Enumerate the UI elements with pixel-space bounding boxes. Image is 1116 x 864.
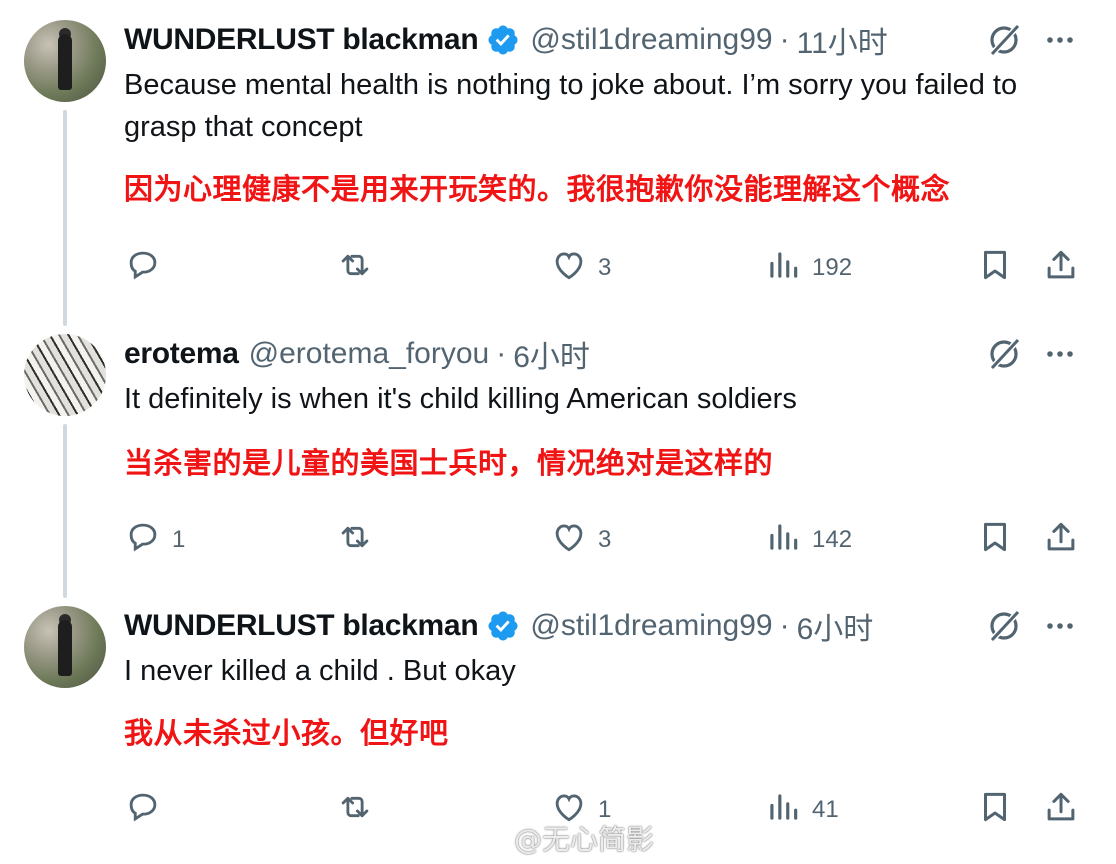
views-icon	[764, 788, 802, 833]
more-icon[interactable]	[1042, 22, 1078, 58]
user-handle[interactable]: @stil1dreaming99	[530, 23, 772, 57]
like-icon	[550, 246, 588, 291]
views-button[interactable]: 192	[764, 246, 852, 290]
grok-icon[interactable]	[986, 336, 1022, 372]
action-bar: 1 3 142	[124, 518, 1084, 562]
watermark-text: @无心简影	[514, 823, 655, 856]
tweet[interactable]: erotema @erotema_foryou · 6小时 It definit…	[0, 320, 1116, 600]
grok-icon[interactable]	[986, 22, 1022, 58]
tweet-text: I never killed a child . But okay	[124, 655, 516, 687]
tweet-text: Because mental health is nothing to joke…	[124, 69, 1018, 143]
bookmark-icon	[976, 788, 1014, 833]
bookmark-button[interactable]	[976, 518, 1014, 562]
bookmark-button[interactable]	[976, 788, 1014, 832]
views-count: 192	[812, 254, 853, 281]
avatar[interactable]	[24, 334, 106, 416]
views-icon	[764, 518, 802, 563]
reply-icon	[124, 518, 162, 563]
share-button[interactable]	[1042, 518, 1080, 562]
separator: ·	[779, 609, 790, 642]
translation-text: 因为心理健康不是用来开玩笑的。我很抱歉你没能理解这个概念	[124, 172, 951, 206]
action-bar: 3 192	[124, 246, 1084, 290]
separator: ·	[496, 337, 507, 370]
more-icon[interactable]	[1042, 608, 1078, 644]
views-button[interactable]: 142	[764, 518, 852, 562]
reply-button[interactable]: 1	[124, 518, 185, 562]
views-count: 41	[812, 796, 839, 823]
views-count: 142	[812, 526, 853, 553]
reply-icon	[124, 246, 162, 291]
tweet-header: erotema @erotema_foryou · 6小时	[124, 334, 590, 374]
bookmark-button[interactable]	[976, 246, 1014, 290]
translation-text: 我从未杀过小孩。但好吧	[124, 716, 449, 750]
grok-icon[interactable]	[986, 608, 1022, 644]
share-button[interactable]	[1042, 788, 1080, 832]
retweet-button[interactable]	[336, 518, 384, 562]
more-icon[interactable]	[1042, 336, 1078, 372]
reply-icon	[124, 788, 162, 833]
retweet-button[interactable]	[336, 788, 384, 832]
display-name[interactable]: WUNDERLUST blackman	[124, 23, 479, 57]
retweet-button[interactable]	[336, 246, 384, 290]
share-icon	[1042, 246, 1080, 291]
bookmark-icon	[976, 518, 1014, 563]
timestamp[interactable]: 11小时	[797, 18, 888, 62]
like-count: 3	[598, 254, 612, 281]
like-button[interactable]: 3	[550, 518, 611, 562]
user-handle[interactable]: @stil1dreaming99	[530, 609, 772, 643]
translation-text: 当杀害的是儿童的美国士兵时，情况绝对是这样的	[124, 446, 774, 480]
timestamp[interactable]: 6小时	[513, 332, 590, 376]
share-icon	[1042, 788, 1080, 833]
verified-badge-icon	[486, 23, 520, 57]
display-name[interactable]: WUNDERLUST blackman	[124, 609, 479, 643]
watermark: @无心简影	[470, 818, 654, 858]
bookmark-icon	[976, 246, 1014, 291]
avatar[interactable]	[24, 20, 106, 102]
reply-button[interactable]	[124, 246, 172, 290]
share-button[interactable]	[1042, 246, 1080, 290]
avatar[interactable]	[24, 606, 106, 688]
reply-button[interactable]	[124, 788, 172, 832]
retweet-icon	[336, 788, 374, 833]
tweet-text: It definitely is when it's child killing…	[124, 383, 797, 415]
retweet-icon	[336, 246, 374, 291]
retweet-icon	[336, 518, 374, 563]
tweet[interactable]: WUNDERLUST blackman @stil1dreaming99 · 1…	[0, 0, 1116, 320]
weibo-logo-icon	[470, 822, 510, 854]
user-handle[interactable]: @erotema_foryou	[249, 337, 490, 371]
reply-count: 1	[172, 526, 186, 553]
share-icon	[1042, 518, 1080, 563]
tweet-header: WUNDERLUST blackman @stil1dreaming99 · 6…	[124, 606, 873, 646]
like-button[interactable]: 3	[550, 246, 611, 290]
like-count: 3	[598, 526, 612, 553]
timestamp[interactable]: 6小时	[797, 604, 874, 648]
separator: ·	[779, 23, 790, 56]
tweet-header: WUNDERLUST blackman @stil1dreaming99 · 1…	[124, 20, 888, 60]
like-icon	[550, 518, 588, 563]
views-icon	[764, 246, 802, 291]
verified-badge-icon	[486, 609, 520, 643]
views-button[interactable]: 41	[764, 788, 839, 832]
display-name[interactable]: erotema	[124, 337, 239, 371]
